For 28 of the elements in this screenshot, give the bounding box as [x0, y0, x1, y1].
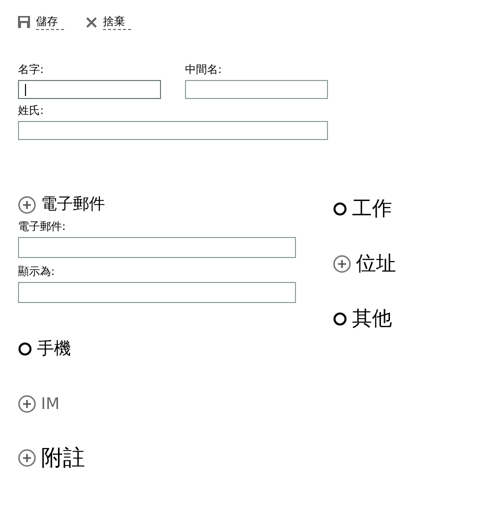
add-icon: [18, 449, 36, 467]
save-icon: [18, 16, 30, 28]
field-label: 姓氏:: [18, 103, 45, 118]
section-header[interactable]: 位址: [333, 250, 396, 277]
section-header[interactable]: 手機: [18, 337, 71, 360]
circle-icon: [18, 342, 32, 356]
input-field[interactable]: [18, 121, 328, 140]
section-header[interactable]: 工作: [333, 195, 396, 222]
circle-icon: [333, 312, 347, 326]
toolbar-button[interactable]: 儲存: [18, 12, 64, 32]
input-field[interactable]: [18, 80, 161, 99]
toolbar-button[interactable]: 捨棄: [86, 12, 131, 32]
section-header[interactable]: 其他: [333, 305, 396, 332]
field-label: 電子郵件:: [18, 219, 67, 234]
close-icon: [86, 16, 97, 28]
section-header[interactable]: 電子郵件: [18, 194, 105, 215]
input-field[interactable]: [185, 80, 328, 99]
text-cursor: [25, 84, 26, 96]
add-icon: [18, 394, 36, 412]
field-label: 顯示為:: [18, 264, 56, 279]
field-label: 名字:: [18, 62, 45, 77]
input-field[interactable]: [18, 237, 296, 258]
input-field[interactable]: [18, 282, 296, 303]
section-header[interactable]: 附註: [18, 443, 85, 473]
add-icon: [333, 254, 351, 272]
circle-icon: [333, 202, 347, 216]
add-icon: [18, 196, 36, 214]
field-label: 中間名:: [185, 62, 223, 77]
